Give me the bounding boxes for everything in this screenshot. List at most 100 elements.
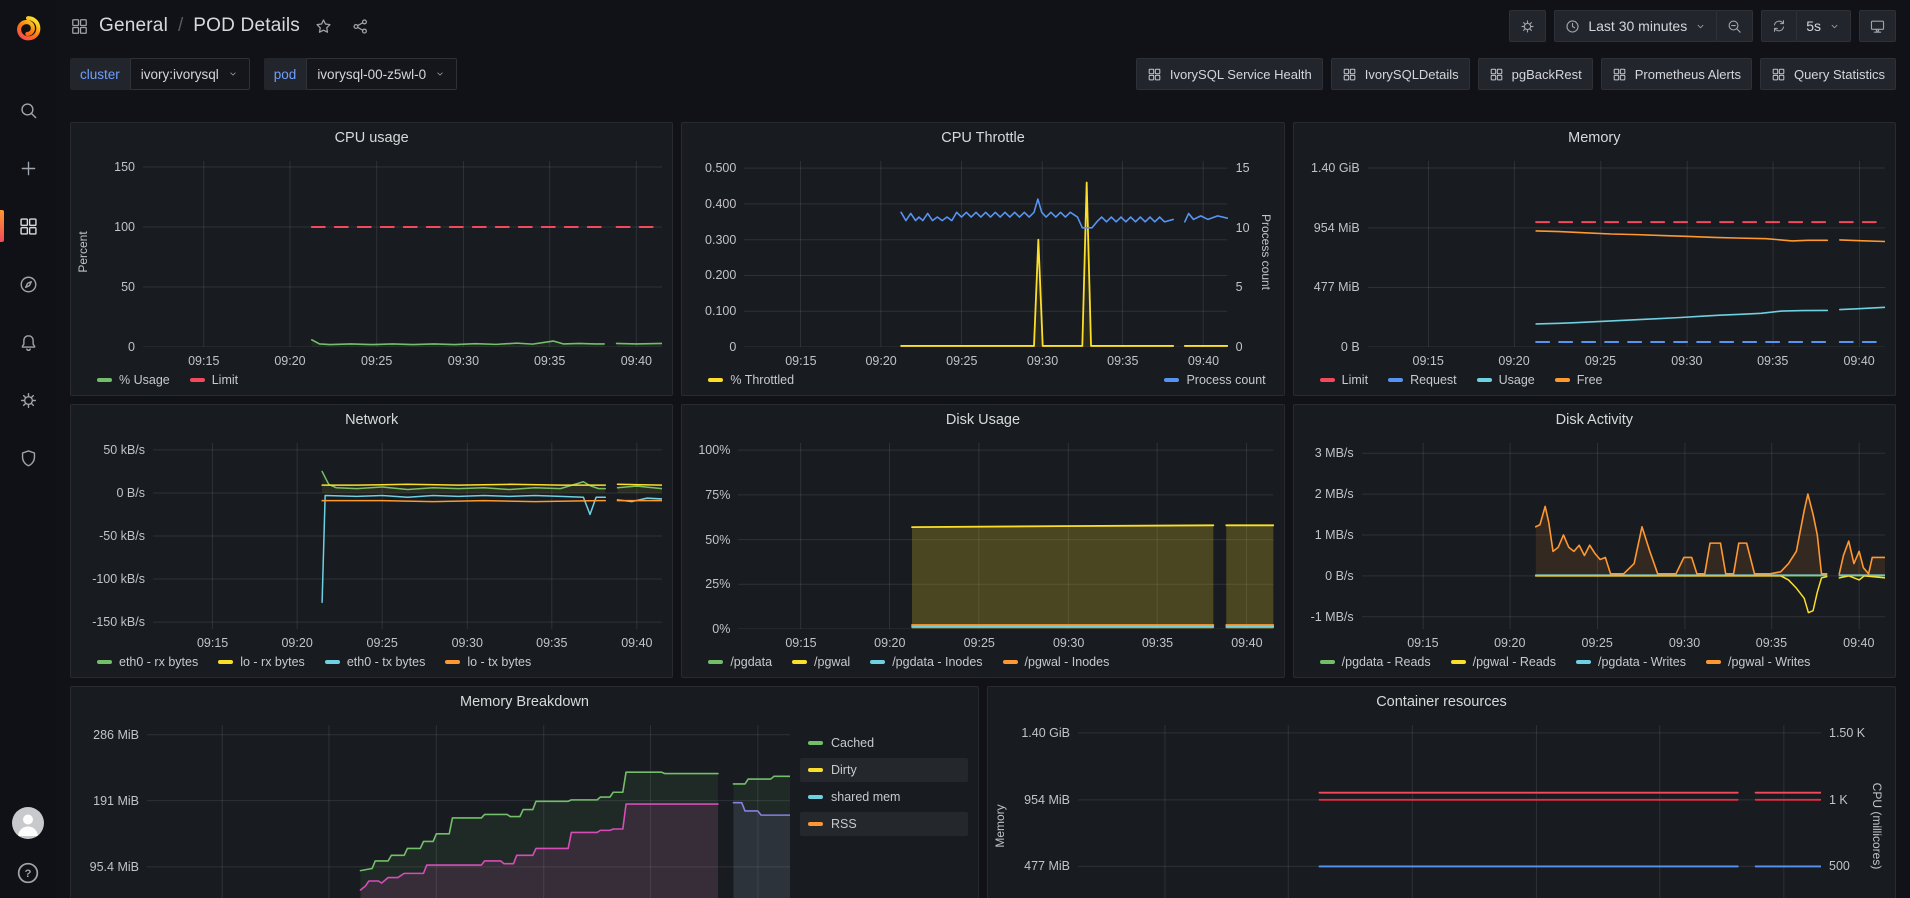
legend-swatch: [1555, 378, 1570, 382]
x-axis-tick: 09:25: [1582, 636, 1613, 650]
variable-value-dropdown[interactable]: ivorysql-00-z5wl-0: [306, 58, 457, 90]
legend-label: RSS: [831, 817, 857, 831]
x-axis-tick: 09:30: [1053, 636, 1084, 650]
apps-grid-icon: [1771, 67, 1786, 82]
legend-item[interactable]: shared mem: [800, 785, 968, 809]
y-axis-tick: 477 MiB: [1024, 859, 1070, 873]
x-axis-tick: 09:25: [946, 354, 977, 368]
dashboard-link-pgbackrest[interactable]: pgBackRest: [1478, 58, 1593, 90]
chart-plot[interactable]: 09:1509:2009:2509:3009:3509:40: [1362, 443, 1885, 629]
legend-item[interactable]: /pgdata: [708, 655, 772, 669]
panel-header[interactable]: Disk Usage: [682, 405, 1283, 435]
star-dashboard-button[interactable]: [310, 13, 337, 40]
breadcrumb-section[interactable]: General: [99, 15, 168, 37]
legend-item[interactable]: Usage: [1477, 373, 1535, 387]
time-range-picker[interactable]: Last 30 minutes: [1554, 10, 1717, 42]
chart-plot[interactable]: 09:1509:2009:2509:3009:3509:40: [153, 443, 662, 629]
dashboard-settings-button[interactable]: [1509, 10, 1546, 42]
right-y-axis-tick: 5: [1236, 280, 1243, 294]
apps-grid-icon: [1489, 67, 1504, 82]
panel-header[interactable]: CPU usage: [71, 123, 672, 153]
y-axis-tick: 0.300: [705, 233, 736, 247]
legend-item[interactable]: Limit: [190, 373, 238, 387]
legend-item[interactable]: Limit: [1320, 373, 1368, 387]
legend-item[interactable]: Dirty: [800, 758, 968, 782]
legend-item[interactable]: /pgwal - Writes: [1706, 655, 1810, 669]
sidebar-item-server-admin[interactable]: [0, 438, 56, 478]
x-axis-tick: 09:35: [534, 354, 565, 368]
legend-item[interactable]: eth0 - tx bytes: [325, 655, 426, 669]
panel-header[interactable]: Container resources: [988, 687, 1895, 717]
y-axis-tick: 954 MiB: [1024, 793, 1070, 807]
legend-item[interactable]: RSS: [800, 812, 968, 836]
chart-plot[interactable]: 09:1509:2009:2509:3009:3509:40: [143, 161, 662, 347]
legend-item[interactable]: /pgwal - Inodes: [1003, 655, 1110, 669]
panel-header[interactable]: Memory: [1294, 123, 1895, 153]
chart-plot[interactable]: [1078, 725, 1821, 898]
panel-title: Disk Activity: [1556, 412, 1633, 428]
legend: Cached Dirty shared mem RSS: [790, 731, 968, 898]
sidebar-item-create[interactable]: [0, 148, 56, 188]
legend-item[interactable]: eth0 - rx bytes: [97, 655, 198, 669]
chart-plot[interactable]: 09:1509:2009:2509:3009:3509:40: [744, 161, 1227, 347]
sidebar-item-configuration[interactable]: [0, 380, 56, 420]
refresh-button[interactable]: [1761, 10, 1797, 42]
panel-header[interactable]: CPU Throttle: [682, 123, 1283, 153]
dashboards-grid-icon: [18, 216, 39, 237]
legend: eth0 - rx bytes lo - rx bytes eth0 - tx by…: [71, 655, 672, 677]
share-icon: [351, 17, 370, 36]
legend-label: /pgdata: [730, 655, 772, 669]
legend-label: lo - tx bytes: [467, 655, 531, 669]
x-axis-tick: 09:25: [361, 354, 392, 368]
cycle-view-mode-button[interactable]: [1859, 10, 1896, 42]
legend-item[interactable]: lo - tx bytes: [445, 655, 531, 669]
sidebar-item-search[interactable]: [0, 90, 56, 130]
legend-item[interactable]: % Usage: [97, 373, 170, 387]
legend-item[interactable]: /pgdata - Reads: [1320, 655, 1431, 669]
variable-label[interactable]: pod: [264, 58, 307, 90]
sidebar-item-dashboards[interactable]: [0, 206, 56, 246]
legend-item[interactable]: /pgwal - Reads: [1451, 655, 1556, 669]
sidebar-item-alerting[interactable]: [0, 322, 56, 362]
variable-label[interactable]: cluster: [70, 58, 130, 90]
legend-item[interactable]: /pgwal: [792, 655, 850, 669]
refresh-icon: [1771, 18, 1787, 34]
dashboard-link-label: Prometheus Alerts: [1635, 67, 1741, 82]
legend-item[interactable]: Process count: [1164, 373, 1265, 387]
zoom-out-time-button[interactable]: [1716, 10, 1753, 42]
legend-label: Process count: [1186, 373, 1265, 387]
grafana-logo[interactable]: [0, 0, 56, 56]
refresh-interval-picker[interactable]: 5s: [1796, 10, 1851, 42]
chart-plot[interactable]: 09:1509:2009:2509:3009:3509:40: [1368, 161, 1885, 347]
chart-plot[interactable]: [147, 725, 790, 898]
x-axis-tick: 09:35: [536, 636, 567, 650]
legend-item[interactable]: Request: [1388, 373, 1457, 387]
legend-item[interactable]: % Throttled: [708, 373, 794, 387]
shield-icon: [18, 448, 39, 469]
panel-header[interactable]: Network: [71, 405, 672, 435]
panel-header[interactable]: Disk Activity: [1294, 405, 1895, 435]
y-axis-tick: 50 kB/s: [103, 443, 145, 457]
share-dashboard-button[interactable]: [347, 13, 374, 40]
help-button[interactable]: ?: [15, 860, 41, 886]
sidebar-item-explore[interactable]: [0, 264, 56, 304]
variable-value-dropdown[interactable]: ivory:ivorysql: [130, 58, 250, 90]
legend-label: % Usage: [119, 373, 170, 387]
panel-header[interactable]: Memory Breakdown: [71, 687, 978, 717]
legend-item[interactable]: Free: [1555, 373, 1603, 387]
chevron-down-icon: [1694, 20, 1707, 33]
legend: % Usage Limit: [71, 373, 672, 395]
dashboard-link-query-statistics[interactable]: Query Statistics: [1760, 58, 1896, 90]
legend-item[interactable]: Cached: [800, 731, 968, 755]
legend-item[interactable]: /pgdata - Inodes: [870, 655, 982, 669]
chart-plot[interactable]: 09:1509:2009:2509:3009:3509:40: [738, 443, 1273, 629]
dashboard-link-prometheus-alerts[interactable]: Prometheus Alerts: [1601, 58, 1752, 90]
dashboard-link-ivorysql-service-health[interactable]: IvorySQL Service Health: [1136, 58, 1323, 90]
panel-title: CPU usage: [335, 130, 409, 146]
apps-grid-icon: [70, 17, 89, 36]
dashboard-link-ivorysqldetails[interactable]: IvorySQLDetails: [1331, 58, 1470, 90]
legend-label: Limit: [1342, 373, 1368, 387]
legend-item[interactable]: /pgdata - Writes: [1576, 655, 1686, 669]
user-avatar[interactable]: [11, 806, 45, 840]
legend-item[interactable]: lo - rx bytes: [218, 655, 305, 669]
